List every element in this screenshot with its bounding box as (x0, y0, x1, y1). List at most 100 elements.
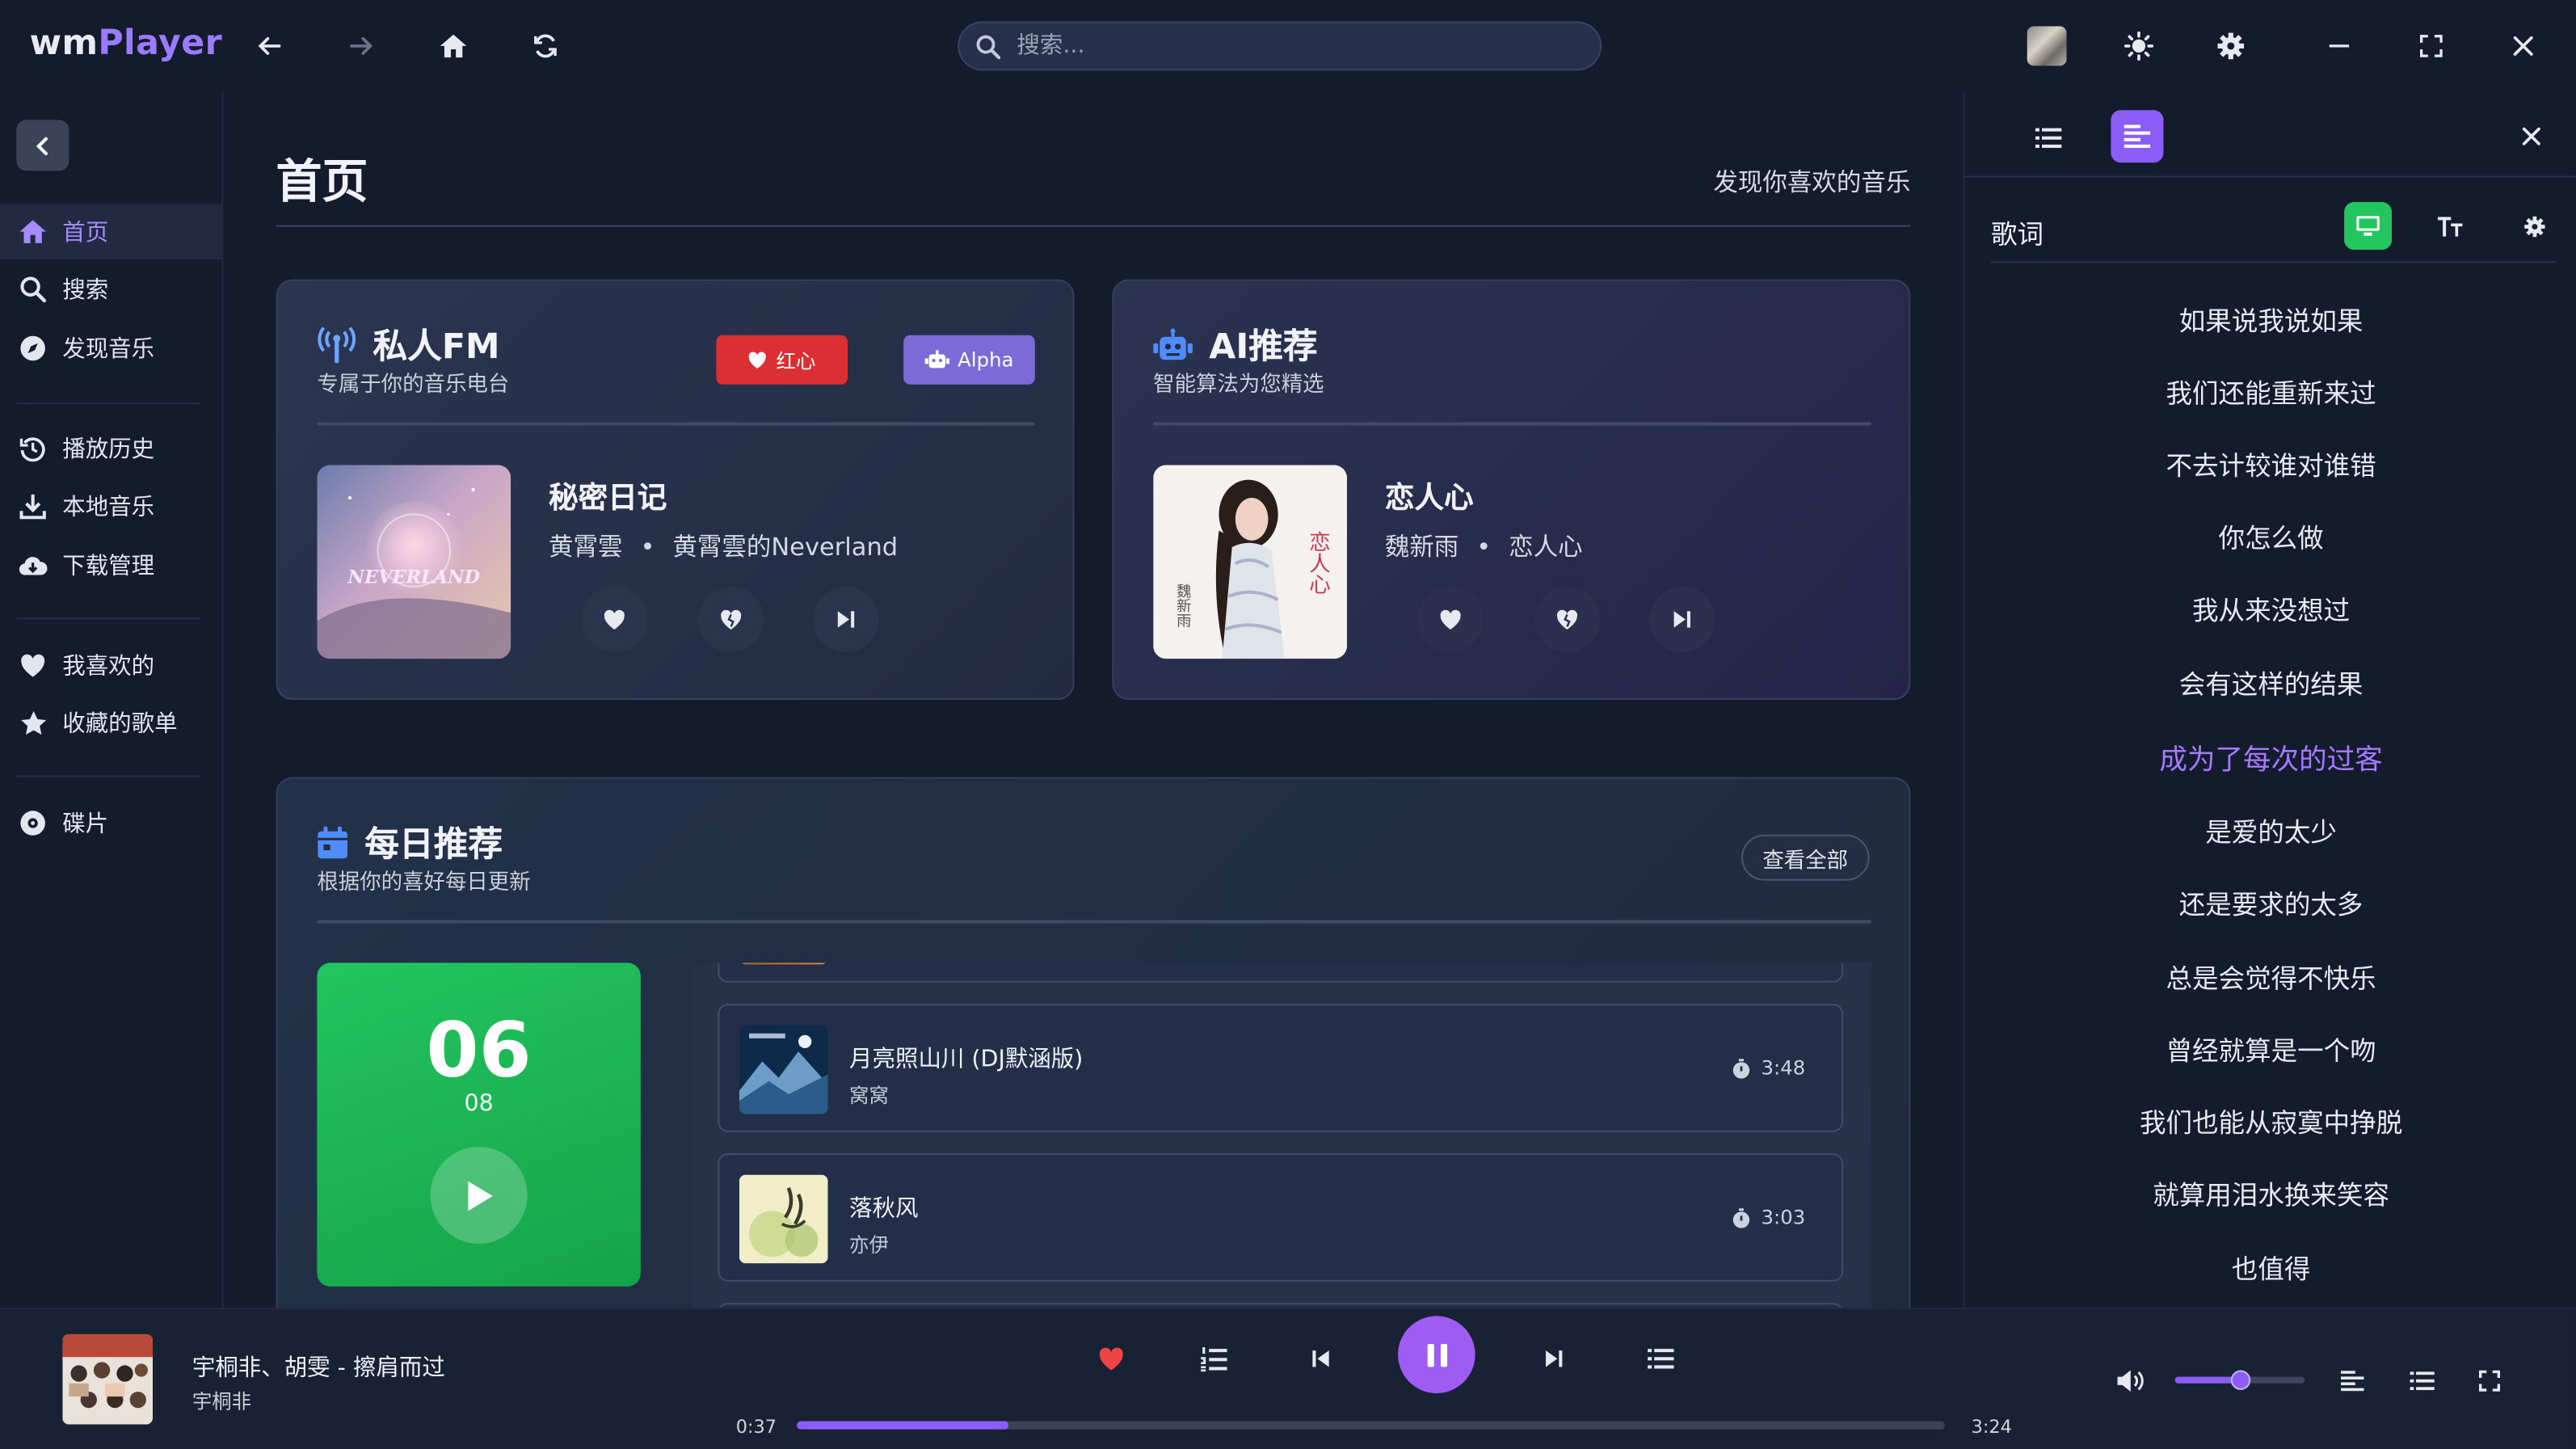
fm-artist[interactable]: 黄霄雲 (549, 533, 623, 562)
volume-thumb[interactable] (2229, 1370, 2250, 1390)
sidebar-item-history[interactable]: 播放历史 (0, 420, 223, 476)
track-artist[interactable]: 亦伊 (849, 1231, 889, 1259)
lyric-line[interactable]: 总是会觉得不快乐 (1964, 956, 2575, 996)
previous-button[interactable] (1298, 1336, 1344, 1382)
user-avatar[interactable] (2027, 26, 2067, 66)
fm-album[interactable]: 黄霄雲的Neverland (672, 533, 898, 562)
forward-button[interactable] (342, 27, 381, 66)
pause-icon (1426, 1342, 1447, 1367)
ai-artist[interactable]: 魏新雨 (1385, 533, 1459, 562)
skip-next-icon (1673, 611, 1690, 628)
fm-like-button[interactable] (581, 586, 648, 653)
lyric-line[interactable]: 我们还能重新来过 (1964, 371, 2575, 411)
lyric-line[interactable]: 是爱的太少 (1964, 810, 2575, 849)
title-bar: wmPlayer (0, 0, 2576, 92)
sidebar-item-label: 碟片 (62, 811, 109, 838)
desktop-lyrics-button[interactable] (2344, 202, 2393, 251)
list-item[interactable]: 落秋风 亦伊 3:03 (718, 1153, 1844, 1282)
lyrics-tab[interactable] (2111, 110, 2164, 163)
track-artist[interactable]: 窝窝 (849, 1081, 889, 1110)
lyric-line[interactable]: 还是要求的太多 (1964, 882, 2575, 922)
home-button[interactable] (434, 27, 474, 66)
lyric-line[interactable]: 就算用泪水换来笑容 (1964, 1173, 2575, 1213)
skip-next-icon (1546, 1350, 1563, 1367)
red-heart-mode-button[interactable]: 红心 (716, 335, 848, 385)
fullscreen-button[interactable] (2466, 1357, 2512, 1403)
fm-album-cover[interactable]: NEVERLAND (317, 465, 511, 659)
volume-button[interactable] (2107, 1357, 2153, 1403)
now-playing-cover[interactable] (62, 1333, 154, 1425)
list-item[interactable]: 月亮照山川 (DJ默涵版) 窝窝 3:48 (718, 1004, 1844, 1132)
sidebar-item-search[interactable]: 搜索 (0, 261, 223, 317)
track-duration: 3:48 (1732, 1056, 1805, 1080)
list-icon (1648, 1349, 1674, 1369)
lyrics-settings-button[interactable] (2510, 202, 2557, 250)
sidebar-item-home[interactable]: 首页 (0, 204, 224, 260)
lyrics-panel: 歌词 如果说我说如果 我们还能重新来过 不去计较谁对谁错 你怎么做 我从来没想过… (1963, 91, 2576, 1308)
lyric-line[interactable]: 曾经就算是一个吻 (1964, 1029, 2575, 1068)
compass-icon (18, 334, 48, 364)
history-icon (18, 434, 48, 464)
ai-dislike-button[interactable] (1534, 586, 1601, 653)
refresh-button[interactable] (526, 27, 566, 66)
volume-slider[interactable] (2174, 1370, 2305, 1390)
now-playing-title[interactable]: 宇桐非、胡雯 - 擦肩而过 (192, 1350, 445, 1384)
fm-dislike-button[interactable] (698, 586, 764, 653)
pause-button[interactable] (1398, 1316, 1475, 1393)
lyric-line[interactable]: 会有这样的结果 (1964, 662, 2575, 701)
collapse-sidebar-button[interactable] (16, 120, 69, 171)
ai-album-cover[interactable]: 恋人心 魏新雨 (1153, 465, 1348, 659)
search-input[interactable] (1013, 31, 1547, 61)
play-daily-button[interactable] (430, 1147, 528, 1244)
progress-bar[interactable] (797, 1421, 1946, 1430)
daily-title-text: 每日推荐 (364, 824, 503, 865)
chevron-left-icon (36, 136, 48, 155)
lyrics-divider (1990, 261, 2557, 263)
like-button[interactable] (1088, 1336, 1134, 1382)
sidebar-item-downloads[interactable]: 下载管理 (0, 537, 223, 593)
lyric-line[interactable]: 如果说我说如果 (1964, 299, 2575, 339)
lyrics-toggle-button[interactable] (2330, 1357, 2376, 1403)
lyric-line[interactable]: 不去计较谁对谁错 (1964, 444, 2575, 483)
ai-album[interactable]: 恋人心 (1509, 533, 1583, 562)
lyric-line[interactable]: 我们也能从寂寞中挣脱 (1964, 1101, 2575, 1140)
ai-song-title[interactable]: 恋人心 (1385, 475, 1474, 518)
sidebar-item-discs[interactable]: 碟片 (0, 795, 223, 851)
meta-separator: • (640, 532, 655, 562)
alpha-mode-button[interactable]: Alpha (903, 335, 1035, 385)
back-button[interactable] (250, 27, 289, 66)
list-item[interactable] (718, 962, 1844, 983)
broken-heart-icon (721, 609, 742, 629)
view-all-button[interactable]: 查看全部 (1740, 834, 1870, 881)
settings-button[interactable] (2211, 27, 2250, 66)
playlist-tab[interactable] (2022, 112, 2075, 164)
maximize-button[interactable] (2411, 27, 2451, 66)
close-panel-button[interactable] (2505, 110, 2557, 162)
ai-skip-button[interactable] (1649, 586, 1715, 653)
next-button[interactable] (1531, 1336, 1577, 1382)
playlist-toggle-button[interactable] (2398, 1357, 2444, 1403)
ai-like-button[interactable] (1417, 586, 1484, 653)
minimize-button[interactable] (2320, 27, 2359, 66)
fm-song-title[interactable]: 秘密日记 (549, 475, 667, 518)
current-lyric-line[interactable]: 成为了每次的过客 (1964, 736, 2575, 777)
lyric-line[interactable]: 你怎么做 (1964, 516, 2575, 555)
sidebar-item-favorites[interactable]: 我喜欢的 (0, 638, 223, 693)
font-size-button[interactable] (2427, 202, 2474, 250)
fm-skip-button[interactable] (813, 586, 879, 653)
now-playing-artist[interactable]: 宇桐非 (192, 1387, 251, 1415)
theme-toggle-button[interactable] (2119, 27, 2159, 66)
sidebar-item-label: 首页 (62, 220, 109, 246)
sidebar-item-local-music[interactable]: 本地音乐 (0, 478, 223, 534)
play-mode-button[interactable] (1191, 1336, 1237, 1382)
lyric-line[interactable]: 也值得 (1964, 1247, 2575, 1287)
sidebar-item-playlists[interactable]: 收藏的歌单 (0, 695, 223, 751)
lyric-line[interactable]: 我从来没想过 (1964, 588, 2575, 628)
search-box[interactable] (958, 21, 1602, 71)
svg-text:NEVERLAND: NEVERLAND (347, 567, 481, 588)
sidebar-divider (16, 775, 201, 777)
close-window-button[interactable] (2503, 27, 2543, 66)
sidebar-item-discover[interactable]: 发现音乐 (0, 320, 223, 376)
queue-button[interactable] (1638, 1336, 1684, 1382)
arrow-right-icon (350, 36, 373, 55)
